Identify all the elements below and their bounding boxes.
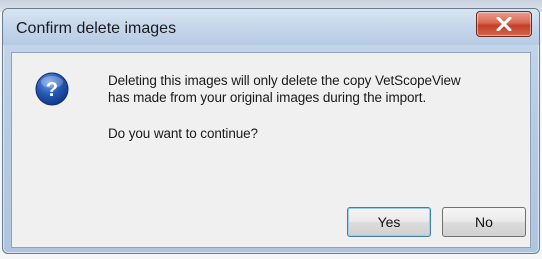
svg-text:?: ? (46, 79, 58, 101)
question-icon: ? (35, 72, 69, 106)
close-button[interactable] (476, 11, 532, 37)
dialog-content: ? Deleting this images will only delete … (11, 52, 531, 248)
no-button[interactable]: No (442, 207, 526, 237)
message-question: Do you want to continue? (108, 126, 258, 141)
dialog-title: Confirm delete images (16, 20, 177, 37)
screen: Confirm delete images ? Deleting this im… (0, 0, 542, 259)
message-line-1: Deleting this images will only delete th… (108, 73, 461, 88)
title-bar[interactable]: Confirm delete images (3, 9, 539, 45)
confirm-delete-dialog: Confirm delete images ? Deleting this im… (2, 8, 540, 254)
close-icon (496, 17, 512, 31)
message-line-2: has made from your original images durin… (108, 90, 427, 105)
yes-button[interactable]: Yes (347, 207, 431, 237)
